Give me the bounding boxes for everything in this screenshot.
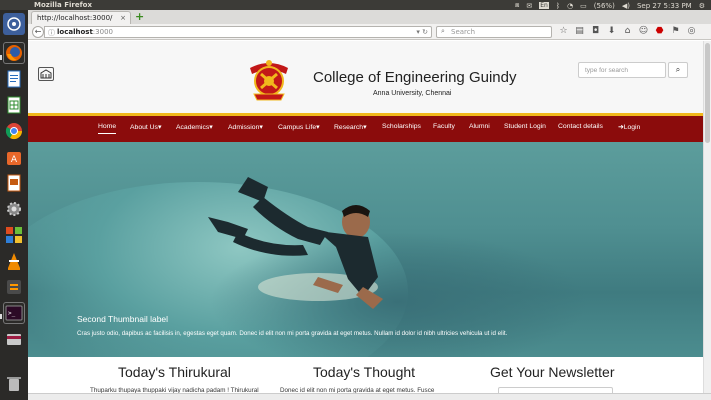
chrome-icon[interactable] [3,120,25,142]
thirukural-heading: Today's Thirukural [118,364,231,380]
web-page: College of Engineering Guindy Anna Unive… [28,41,711,400]
workspace-switcher-icon[interactable] [3,224,25,246]
site-search-button[interactable]: ⌕ [668,62,688,78]
carousel-caption-text: Cras justo odio, dapibus ac facilisis in… [77,330,508,337]
reading-list-icon[interactable]: ▤ [574,26,585,36]
tab-localhost[interactable]: http://localhost:3000/ × [31,11,131,24]
ceg-crest-logo [250,60,288,101]
settings-gear-icon[interactable]: ⚙ [699,2,705,10]
clock[interactable]: Sep 27 5:33 PM [637,2,692,10]
sync-icon[interactable]: ◎ [686,26,697,36]
unity-launcher: A >_ [0,10,28,400]
pocket-icon[interactable]: ◘ [590,26,601,36]
system-top-panel: Mozilla Firefox ⧈ ✉ En ᛒ ◔ ▭ (56%) ◀) Se… [0,0,711,10]
surfer-image [208,177,383,309]
new-tab-button[interactable]: + [135,11,145,22]
terminal-icon[interactable]: >_ [3,302,25,324]
wifi-icon[interactable]: ◔ [567,2,573,10]
site-header: College of Engineering Guindy Anna Unive… [28,41,703,113]
battery-percent[interactable]: (56%) [594,2,615,10]
firefox-icon[interactable] [3,42,25,64]
nav-scholarships[interactable]: Scholarships [382,123,421,130]
url-host: localhost [57,28,93,36]
nav-research[interactable]: Research▾ [334,123,367,131]
site-title: College of Engineering Guindy [313,69,517,86]
mail-icon[interactable]: ✉ [526,2,532,10]
adblock-icon[interactable]: ⬣ [654,26,665,36]
horizontal-scrollbar[interactable] [28,393,711,400]
back-button[interactable]: ← [32,26,44,38]
nav-academics[interactable]: Academics▾ [176,123,213,131]
scrollbar-thumb[interactable] [705,43,710,143]
sublime-text-icon[interactable] [3,276,25,298]
keyboard-lang-label[interactable]: En [539,2,549,9]
svg-text:>_: >_ [8,310,16,317]
hero-carousel[interactable]: Second Thumbnail label Cras justo odio, … [28,142,703,357]
anna-university-logo [38,67,54,81]
nav-alumni[interactable]: Alumni [469,123,490,130]
thought-heading: Today's Thought [313,364,416,380]
vlc-icon[interactable] [3,250,25,272]
window-title: Mozilla Firefox [34,1,92,9]
downloads-icon[interactable]: ⬇ [606,26,617,36]
url-dropdown-reload-icons[interactable]: ▾ ↻ [416,28,428,36]
files-icon[interactable] [3,328,25,350]
nav-login[interactable]: ➜Login [618,123,640,131]
svg-text:A: A [11,155,18,165]
carousel-caption-title: Second Thumbnail label [77,314,169,324]
nav-home[interactable]: Home [98,123,117,134]
toolbar-icons: ☆ ▤ ◘ ⬇ ⌂ ☺ ⬣ ⚑ ◎ ☰ [558,26,711,36]
home-icon[interactable]: ⌂ [622,26,633,36]
search-icon: ⌕ [441,27,445,35]
software-center-icon[interactable]: A [3,146,25,168]
browser-search-box[interactable]: ⌕ Search [436,26,552,38]
site-subtitle: Anna University, Chennai [373,90,452,97]
tab-close-icon[interactable]: × [120,14,126,22]
nav-campus-life[interactable]: Campus Life▾ [278,123,320,131]
bookmark-star-icon[interactable]: ☆ [558,26,569,36]
nav-contact-details[interactable]: Contact details [558,123,603,130]
tab-strip: http://localhost:3000/ × + [28,10,711,24]
navigation-toolbar: ← ⓘ localhost:3000 ▾ ↻ ⌕ Search ☆ ▤ ◘ ⬇ … [28,24,711,40]
libreoffice-writer-icon[interactable] [3,68,25,90]
site-search-input[interactable]: type for search [578,62,666,78]
nav-faculty[interactable]: Faculty [433,123,455,130]
libreoffice-calc-icon[interactable] [3,94,25,116]
impress-icon[interactable] [3,172,25,194]
nav-student-login[interactable]: Student Login [504,123,546,130]
nav-admission[interactable]: Admission▾ [228,123,263,131]
newsletter-heading: Get Your Newsletter [490,364,615,380]
search-icon: ⌕ [675,65,681,74]
main-navbar: Home About Us▾ Academics▾ Admission▾ Cam… [28,116,703,142]
battery-icon[interactable]: ▭ [580,2,587,10]
page-scrollbar[interactable] [703,41,711,400]
browser-search-placeholder: Search [451,28,476,36]
trash-icon[interactable] [3,372,25,394]
chat-icon[interactable]: ☺ [638,26,649,36]
nav-about-us[interactable]: About Us▾ [130,123,161,131]
system-tray: ⧈ ✉ En ᛒ ◔ ▭ (56%) ◀) Sep 27 5:33 PM ⚙ [515,1,705,10]
dash-home-icon[interactable] [3,13,25,35]
url-port: :3000 [92,28,113,36]
firefox-window: http://localhost:3000/ × + ← ⓘ localhost… [28,10,711,400]
extension-icon[interactable]: ⚑ [670,26,681,36]
system-settings-icon[interactable] [3,198,25,220]
tab-title: http://localhost:3000/ [37,14,113,22]
url-bar[interactable]: ⓘ localhost:3000 ▾ ↻ [44,26,432,38]
dropbox-icon[interactable]: ⧈ [515,1,519,10]
bluetooth-icon[interactable]: ᛒ [556,2,560,10]
site-identity-icon[interactable]: ⓘ [48,28,55,38]
volume-icon[interactable]: ◀) [622,2,630,10]
